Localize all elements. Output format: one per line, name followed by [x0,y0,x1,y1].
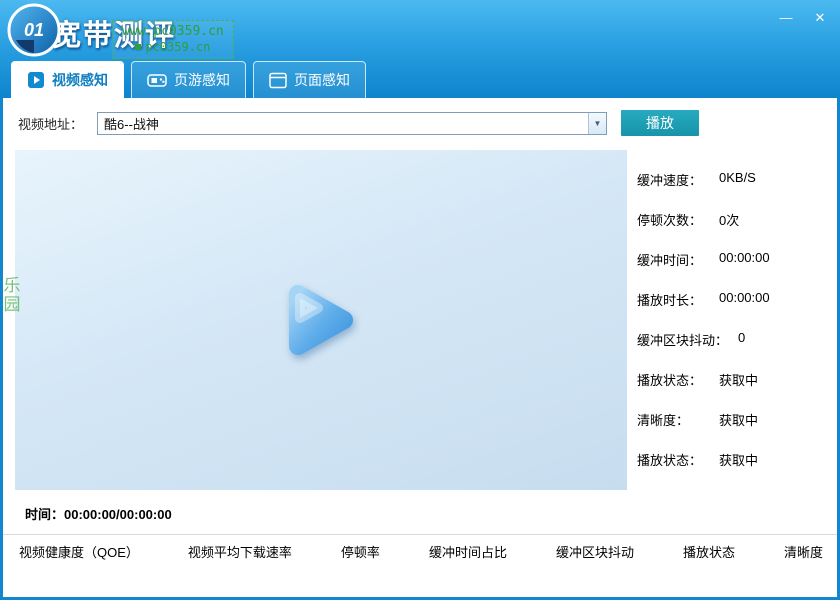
stat-label: 缓冲时间： [637,250,709,269]
watermark-domain: pc0359.cn [145,40,210,54]
stat-label: 播放状态： [637,370,709,389]
tab-page-perception[interactable]: 页面感知 [253,61,366,98]
page-window-icon [269,72,287,89]
dropdown-arrow-icon: ▼ [588,113,606,134]
stat-row-clarity: 清晰度： 获取中 [637,410,835,429]
stat-value: 00:00:00 [719,290,770,309]
video-address-row: 视频地址： 酷6--战神 ▼ 播放 [18,110,699,136]
stat-label: 清晰度： [637,410,709,429]
stat-value: 0 [738,330,745,349]
metric-buffer-jitter: 缓冲区块抖动 [556,542,634,561]
stat-label: 缓冲速度： [637,170,709,189]
video-address-select[interactable]: 酷6--战神 ▼ [97,112,607,135]
stat-row-buffer-speed: 缓冲速度： 0KB/S [637,170,835,189]
metric-clarity: 清晰度 [784,542,823,561]
minimize-button[interactable]: — [776,9,796,27]
main-content: 视频地址： 酷6--战神 ▼ 播放 乐 [3,98,837,597]
svg-text:01: 01 [24,20,44,40]
stat-row-buffer-jitter: 缓冲区块抖动： 0 [637,330,835,349]
stat-row-play-duration: 播放时长： 00:00:00 [637,290,835,309]
app-window: 01 宽带测评 www.pc0359.cn pc0359.cn — ✕ [0,0,840,600]
metric-avg-download: 视频平均下载速率 [188,542,292,561]
stat-value: 获取中 [719,370,758,389]
stat-value: 0次 [719,210,739,229]
gamepad-icon [147,72,167,89]
tab-bar: 视频感知 页游感知 [11,61,366,98]
stat-value: 获取中 [719,410,758,429]
footer-divider [3,534,837,535]
metric-buffer-ratio: 缓冲时间占比 [429,542,507,561]
logo-icon: 01 [6,2,62,58]
stat-row-play-status-2: 播放状态： 获取中 [637,450,835,469]
titlebar: 01 宽带测评 www.pc0359.cn pc0359.cn — ✕ [0,0,840,98]
side-watermark-char: 园 [2,295,22,314]
play-button[interactable]: 播放 [621,110,699,136]
tab-video-perception[interactable]: 视频感知 [11,61,124,98]
site-watermark-logo: 01 [6,2,62,58]
time-display: 时间：00:00:00/00:00:00 [25,504,172,523]
stat-value: 00:00:00 [719,250,770,269]
bullet-icon [135,44,141,50]
stat-row-pause-count: 停顿次数： 0次 [637,210,835,229]
stat-value: 0KB/S [719,170,756,189]
stat-row-buffer-time: 缓冲时间： 00:00:00 [637,250,835,269]
metric-play-status: 播放状态 [683,542,735,561]
side-watermark: 乐 园 [2,276,22,314]
metric-qoe: 视频健康度（QOE） [19,542,139,561]
watermark-url: www.pc0359.cn [122,24,224,40]
stat-label: 缓冲区块抖动： [637,330,728,349]
tab-label: 页面感知 [294,70,350,90]
stat-label: 播放时长： [637,290,709,309]
tab-webgame-perception[interactable]: 页游感知 [131,61,246,98]
stat-row-play-status: 播放状态： 获取中 [637,370,835,389]
video-play-icon [27,71,45,89]
close-button[interactable]: ✕ [810,9,830,27]
stat-label: 停顿次数： [637,210,709,229]
stats-panel: 缓冲速度： 0KB/S 停顿次数： 0次 缓冲时间： 00:00:00 播放时长… [637,170,835,490]
big-play-icon[interactable] [278,276,364,364]
stat-label: 播放状态： [637,450,709,469]
metric-pause-rate: 停顿率 [341,542,380,561]
stat-value: 获取中 [719,450,758,469]
video-address-label: 视频地址： [18,114,83,133]
window-controls: — ✕ [776,9,830,27]
side-watermark-char: 乐 [2,276,22,295]
tab-label: 视频感知 [52,70,108,90]
video-player-area [15,150,627,490]
site-watermark: www.pc0359.cn pc0359.cn [112,20,234,59]
tab-label: 页游感知 [174,70,230,90]
metrics-row: 视频健康度（QOE） 视频平均下载速率 停顿率 缓冲时间占比 缓冲区块抖动 播放… [19,542,823,561]
selected-video: 酷6--战神 [98,114,588,133]
